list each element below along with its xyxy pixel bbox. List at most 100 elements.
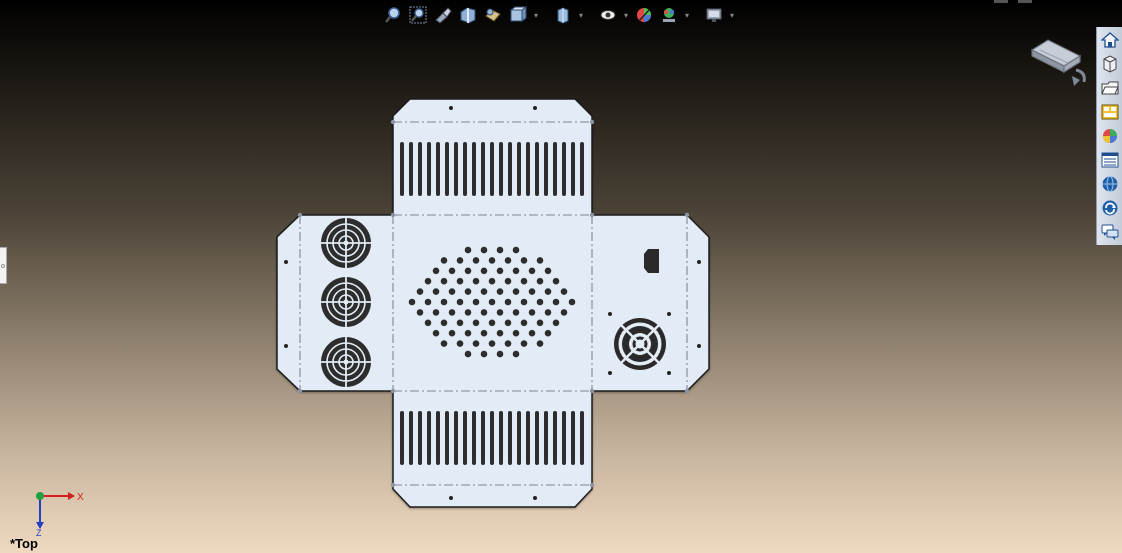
perforation-hole <box>448 267 456 275</box>
perforation-hole <box>512 350 520 358</box>
fan-grille-right <box>613 317 667 371</box>
perforation-hole <box>504 319 512 327</box>
perforation-hole <box>480 267 488 275</box>
perforation-hole <box>480 329 488 337</box>
vent-slot <box>445 142 449 196</box>
vent-slot <box>409 142 413 196</box>
perforation-hole <box>432 329 440 337</box>
vent-slot <box>481 411 485 465</box>
perforation-hole <box>544 288 552 295</box>
perforation-hole <box>512 329 520 337</box>
perforation-hole <box>488 257 496 264</box>
view-name-label: *Top <box>10 536 38 551</box>
vent-slot <box>544 411 548 465</box>
perforation-hole <box>552 298 560 306</box>
fan-grilles <box>321 218 371 387</box>
vent-slot <box>517 142 521 196</box>
perforation-hole <box>472 340 480 347</box>
perforation-hole <box>512 288 520 295</box>
vent-slot <box>544 142 548 196</box>
perforation-hole <box>520 298 528 306</box>
perforation-hole <box>496 309 504 316</box>
perforation-hole <box>504 277 512 285</box>
vent-slot <box>553 411 557 465</box>
vent-slot <box>427 142 431 196</box>
vent-slot <box>526 142 530 196</box>
vent-slot <box>409 411 413 465</box>
perforation-hole <box>496 329 504 337</box>
perforation-hole <box>416 309 424 316</box>
vent-slot <box>580 142 584 196</box>
perforation-hole <box>544 267 552 275</box>
perforation-hole <box>480 288 488 295</box>
fan-grille <box>321 337 371 387</box>
perforation-hole <box>408 298 416 306</box>
perforation-hole <box>464 329 472 337</box>
perforation-hole <box>504 340 512 347</box>
reference-triad: X Z <box>36 492 84 536</box>
vent-slot <box>508 411 512 465</box>
perforation-hole <box>440 340 448 347</box>
perforation-hole <box>432 288 440 295</box>
perforation-hole <box>536 319 544 327</box>
connector-cutout <box>644 249 659 273</box>
perforation-hole <box>472 257 480 264</box>
perforation-hole <box>552 277 560 285</box>
perforation-hole <box>480 246 488 254</box>
vent-slot <box>463 142 467 196</box>
vent-slot <box>535 411 539 465</box>
vent-slots-bottom <box>400 411 584 465</box>
perforation-hole <box>456 257 464 264</box>
vent-slot <box>553 142 557 196</box>
perforation-hole <box>528 288 536 295</box>
vent-slot <box>490 411 494 465</box>
fan-grille <box>321 218 371 268</box>
perforation-hole <box>496 246 504 254</box>
perforation-hole <box>472 277 480 285</box>
perforation-hole <box>464 309 472 316</box>
vent-slot <box>472 142 476 196</box>
perforation-hole <box>528 329 536 337</box>
vent-slot <box>562 142 566 196</box>
perforation-hole <box>496 288 504 295</box>
fan-grille <box>321 277 371 327</box>
perforation-hole <box>432 309 440 316</box>
perforation-hole <box>456 340 464 347</box>
perforation-hole <box>464 246 472 254</box>
perforation-hole <box>488 319 496 327</box>
vent-slot <box>535 142 539 196</box>
perforation-hole <box>488 277 496 285</box>
perforation-hole <box>512 246 520 254</box>
perforation-hole <box>456 319 464 327</box>
perforation-hole <box>472 319 480 327</box>
perforation-hole <box>440 319 448 327</box>
vent-slot <box>562 411 566 465</box>
perforation-hole <box>536 257 544 264</box>
vent-slot <box>400 411 404 465</box>
vent-slot <box>526 411 530 465</box>
vent-slot <box>472 411 476 465</box>
vent-slot <box>454 411 458 465</box>
perforation-hole <box>496 267 504 275</box>
vent-slot <box>571 411 575 465</box>
vent-slot <box>427 411 431 465</box>
vent-slot <box>463 411 467 465</box>
vent-slot <box>481 142 485 196</box>
vent-slot <box>499 142 503 196</box>
perforation-hole <box>488 298 496 306</box>
perforation-hole <box>528 309 536 316</box>
perforation-hole <box>544 309 552 316</box>
triad-x-label: X <box>77 492 84 503</box>
perforation-hole <box>536 298 544 306</box>
perforation-hole <box>560 309 568 316</box>
perforation-hole <box>448 329 456 337</box>
perforation-hole <box>416 288 424 295</box>
perforation-hole <box>504 257 512 264</box>
perforation-hole <box>496 350 504 358</box>
perforation-hole <box>480 309 488 316</box>
vent-slots-top <box>400 142 584 196</box>
perforation-hole <box>520 319 528 327</box>
perforation-hole <box>528 267 536 275</box>
vent-slot <box>418 142 422 196</box>
vent-slot <box>499 411 503 465</box>
